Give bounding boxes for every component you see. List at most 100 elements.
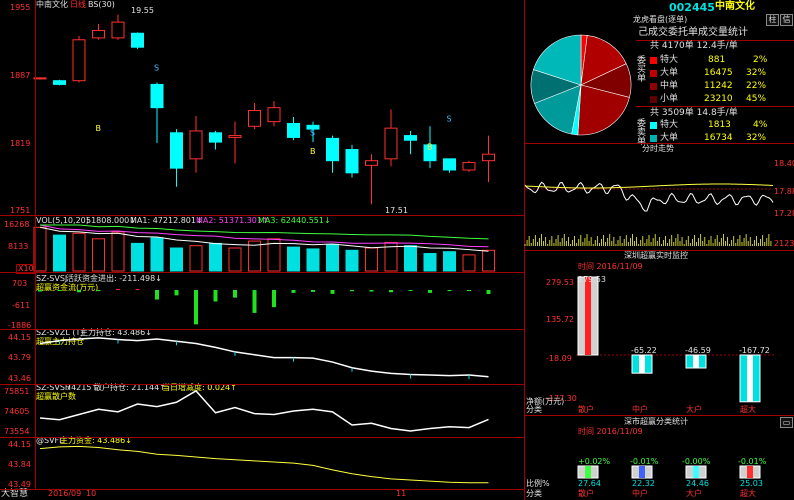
- buy-vol-2: 11242: [704, 81, 733, 91]
- info-button[interactable]: 信: [780, 14, 793, 26]
- mainforce-panel[interactable]: SZ-SVZL (T) 主力持仓: 43.486↓ 超赢主力持仓 44.15 4…: [0, 329, 524, 384]
- buy-row-3: 小单 23210 45%: [648, 94, 794, 105]
- candle-body: [111, 21, 125, 39]
- mon-axis-2: -18.09: [546, 354, 572, 363]
- volume-bar: [189, 245, 203, 272]
- bottom-bar: 大智慧 2016/09 10 11: [0, 489, 524, 500]
- fund-bar: [155, 290, 159, 300]
- price-axis-1: 1887: [10, 71, 31, 80]
- low-label: 17.51: [385, 206, 408, 215]
- fund-bar: [330, 290, 335, 294]
- buy-color-0: [650, 57, 657, 64]
- buy-color-3: [650, 96, 657, 103]
- main-axis-1: 43.79: [8, 353, 31, 362]
- monitor-chart[interactable]: [576, 275, 776, 403]
- candle-body: [131, 32, 144, 48]
- mainforce-line: [39, 337, 489, 378]
- fund-bar: [174, 290, 179, 296]
- cls-top-0: +0.02%: [578, 457, 611, 466]
- bottom-day: 10: [86, 489, 97, 498]
- cls-top-1: -0.01%: [630, 457, 659, 466]
- buy-name-3: 小单: [660, 94, 679, 104]
- signal-B: B: [310, 147, 316, 156]
- fund-panel[interactable]: SZ-SVSJ 活跃资金进出: -211.498↓ 超赢资金流(万元) 703 …: [0, 272, 524, 330]
- mon-val-2: -46.59: [685, 346, 711, 355]
- svfl-chart[interactable]: [0, 437, 524, 489]
- retail-line: [39, 389, 489, 432]
- svfl-axis-2: 43.49: [8, 480, 31, 489]
- price-axis-0: 1955: [10, 3, 31, 12]
- candle-body: [482, 153, 495, 162]
- volume-bar: [72, 232, 86, 272]
- sell-pct-1: 32%: [746, 133, 767, 143]
- mainforce-chart[interactable]: [0, 329, 524, 384]
- kline-chart[interactable]: BSBSBS: [0, 0, 524, 215]
- sell-vol-1: 16734: [704, 133, 733, 143]
- volume-bar: [462, 254, 476, 272]
- volume-bar: [228, 247, 242, 272]
- fund-bar: [291, 290, 296, 293]
- order-pie-chart[interactable]: [528, 32, 634, 138]
- buy-name-1: 大单: [660, 68, 679, 78]
- mon-cat-2: 大户: [686, 405, 702, 414]
- svfl-panel[interactable]: @SVFL 主力资金: 43.486↓ 44.15 43.84 43.49: [0, 437, 524, 489]
- volume-bar: [345, 249, 359, 272]
- candle-body: [150, 83, 164, 109]
- signal-S: S: [447, 115, 452, 124]
- cls-bar-core: [585, 466, 591, 478]
- volume-bar: [150, 237, 164, 272]
- fund-bar: [116, 289, 120, 290]
- cls-ylabel: 比例%: [526, 479, 550, 488]
- price-axis-2: 1819: [10, 139, 31, 148]
- volume-bar: [170, 247, 183, 272]
- fund-bar: [486, 290, 491, 295]
- mon-bar-core: [747, 355, 753, 402]
- cls-cat-3: 超大: [740, 489, 756, 498]
- cls-cat-1: 中户: [632, 489, 648, 498]
- candle-body: [287, 122, 300, 138]
- volume-bar: [131, 242, 144, 272]
- retail-chart[interactable]: [0, 384, 524, 437]
- volume-ma-line: [40, 224, 489, 240]
- buy-pct-2: 22%: [746, 81, 767, 91]
- signal-B: B: [427, 143, 433, 152]
- candle-body: [53, 80, 66, 85]
- volume-bar: [423, 253, 437, 272]
- candle-body: [92, 29, 105, 39]
- mon-val-0: 279.53: [578, 275, 606, 284]
- fund-bar: [252, 290, 257, 313]
- fund-bar: [77, 290, 81, 293]
- fund-bar: [311, 290, 315, 292]
- sell-color-1: [650, 135, 657, 142]
- main-axis-2: 43.46: [8, 374, 31, 383]
- mon-val-3: -167.72: [739, 346, 770, 355]
- monitor-title: 深圳超赢实时监控: [624, 251, 688, 260]
- fund-bar: [350, 290, 354, 292]
- timeline-chart[interactable]: [524, 153, 775, 248]
- stock-name: 中南文化: [715, 1, 755, 12]
- vol-axis-0: 16268: [4, 220, 30, 229]
- fund-chart[interactable]: [0, 272, 524, 329]
- candle-body: [345, 149, 359, 174]
- buy-color-2: [650, 83, 657, 90]
- buy-order-label: 委买单: [637, 56, 647, 84]
- volume-bar: [404, 245, 417, 272]
- retail-panel[interactable]: SZ-SVSH 74215↑ 散户持仓: 21.144↑ 当日增减度: 0.02…: [0, 384, 524, 437]
- retail-axis-1: 74605: [4, 407, 30, 416]
- buy-vol-0: 881: [708, 55, 726, 65]
- mon-cat-3: 超大: [740, 405, 756, 414]
- cls-time: 时间 2016/11/09: [578, 427, 643, 436]
- cls-bot-1: 22.32: [632, 479, 655, 488]
- volume-panel[interactable]: VOL(5,10,20) 51808.000↓ MA1: 47212.801↓ …: [0, 215, 524, 274]
- buy-row-1: 大单 16475 32%: [648, 68, 794, 79]
- cls-top-2: -0.00%: [682, 457, 711, 466]
- candle-body: [365, 160, 378, 166]
- stock-code: 002445: [669, 1, 715, 14]
- fund-bar: [233, 290, 237, 298]
- kline-panel[interactable]: 中南文化 日线 BS(30) BSBSBS 19.55 17.51 1955 1…: [0, 0, 524, 215]
- cls-close-button[interactable]: ▭: [780, 417, 793, 428]
- volume-chart[interactable]: [0, 215, 524, 272]
- mon-bar-core: [693, 355, 699, 369]
- volume-bar: [209, 242, 222, 272]
- bar-button[interactable]: 柱: [766, 14, 779, 26]
